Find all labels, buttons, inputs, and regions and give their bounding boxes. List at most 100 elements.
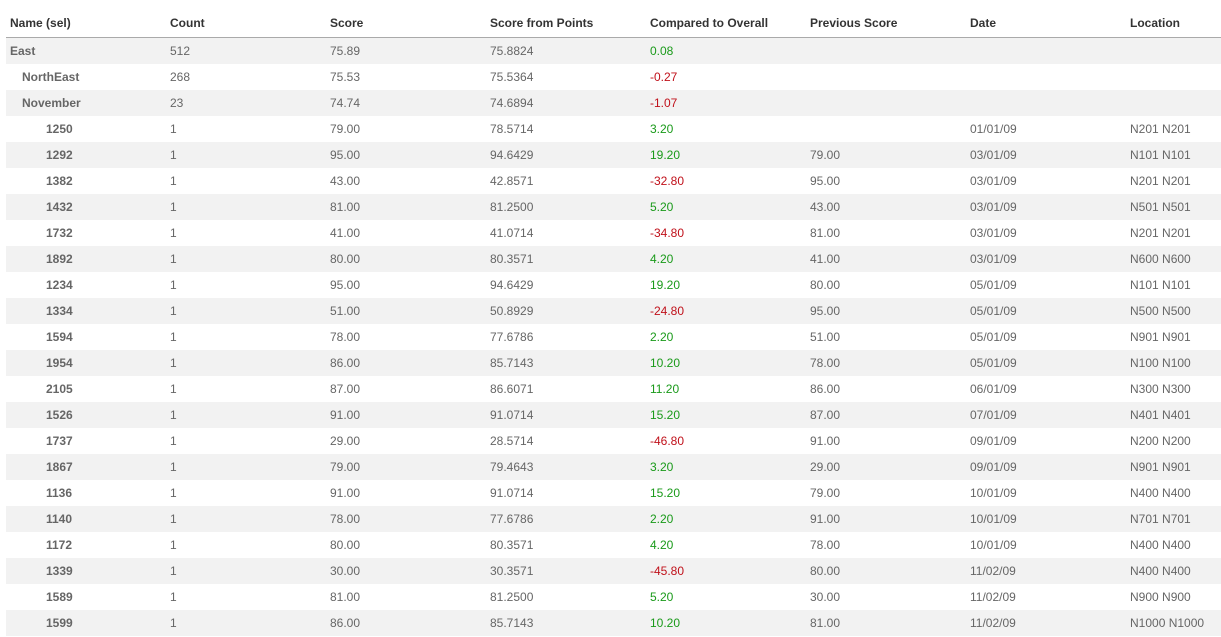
cell-count: 1 (170, 330, 177, 344)
table-row[interactable]: 1250 1 79.00 78.5714 3.20 01/01/09 N201 N201 (6, 116, 1221, 142)
cell-score: 81.00 (330, 200, 361, 214)
cell-score: 95.00 (330, 278, 361, 292)
table-row[interactable]: 1292 1 95.00 94.6429 19.20 79.00 03/01/09 N101 … (6, 142, 1221, 168)
table-row[interactable]: 1234 1 95.00 94.6429 19.20 80.00 05/01/09 N101 … (6, 272, 1221, 298)
cell-previous-score: 43.00 (810, 200, 841, 214)
table-row[interactable]: 1594 1 78.00 77.6786 2.20 51.00 05/01/09 N901 N… (6, 324, 1221, 350)
table-row[interactable]: 1136 1 91.00 91.0714 15.20 79.00 10/01/09 N400 … (6, 480, 1221, 506)
cell-compared-to-overall: 5.20 (650, 590, 674, 604)
cell-score-from-points: 41.0714 (490, 226, 534, 240)
group-row[interactable]: East 512 75.89 75.8824 0.08 (6, 38, 1221, 64)
cell-name: 1234 (46, 278, 73, 292)
cell-compared-to-overall: 2.20 (650, 330, 674, 344)
cell-location: N201 N201 (1130, 174, 1191, 188)
cell-compared-to-overall: 5.20 (650, 200, 674, 214)
cell-count: 1 (170, 512, 177, 526)
cell-name: 1339 (46, 564, 73, 578)
cell-score-from-points: 79.4643 (490, 460, 534, 474)
header-name[interactable]: Name (sel) (10, 16, 71, 30)
header-compared-to-overall[interactable]: Compared to Overall (650, 16, 768, 30)
cell-compared-to-overall: -32.80 (650, 174, 685, 188)
header-score-from-points[interactable]: Score from Points (490, 16, 593, 30)
table-row[interactable]: 2105 1 87.00 86.6071 11.20 86.00 06/01/09 N300 … (6, 376, 1221, 402)
cell-compared-to-overall: 19.20 (650, 148, 681, 162)
cell-count: 512 (170, 44, 191, 58)
table-row[interactable]: 1867 1 79.00 79.4643 3.20 29.00 09/01/09 N901 N… (6, 454, 1221, 480)
cell-name: 1432 (46, 200, 73, 214)
cell-name: 1954 (46, 356, 73, 370)
table-row[interactable]: 1589 1 81.00 81.2500 5.20 30.00 11/02/09 N900 N… (6, 584, 1221, 610)
cell-location: N701 N701 (1130, 512, 1191, 526)
cell-score-from-points: 74.6894 (490, 96, 534, 110)
cell-compared-to-overall: 2.20 (650, 512, 674, 526)
table-row[interactable]: 1892 1 80.00 80.3571 4.20 41.00 03/01/09 N600 N… (6, 246, 1221, 272)
table-row[interactable]: 1334 1 51.00 50.8929 -24.80 95.00 05/01/09 N500… (6, 298, 1221, 324)
cell-name: East (10, 44, 36, 58)
cell-count: 1 (170, 616, 177, 630)
cell-score: 29.00 (330, 434, 361, 448)
cell-previous-score: 95.00 (810, 174, 841, 188)
header-score[interactable]: Score (330, 16, 363, 30)
cell-score: 41.00 (330, 226, 361, 240)
cell-location: N1000 N1000 (1130, 616, 1205, 630)
cell-score: 91.00 (330, 486, 361, 500)
table-row[interactable]: 1954 1 86.00 85.7143 10.20 78.00 05/01/09 N100 … (6, 350, 1221, 376)
cell-location: N400 N400 (1130, 486, 1191, 500)
header-date[interactable]: Date (970, 16, 996, 30)
cell-name: 1737 (46, 434, 73, 448)
group-row[interactable]: NorthEast 268 75.53 75.5364 -0.27 (6, 64, 1221, 90)
cell-location: N900 N900 (1130, 590, 1191, 604)
cell-score-from-points: 85.7143 (490, 616, 534, 630)
cell-score-from-points: 30.3571 (490, 564, 534, 578)
cell-count: 1 (170, 252, 177, 266)
cell-count: 1 (170, 538, 177, 552)
table-row[interactable]: 1432 1 81.00 81.2500 5.20 43.00 03/01/09 N501 N… (6, 194, 1221, 220)
table-row[interactable]: 1526 1 91.00 91.0714 15.20 87.00 07/01/09 N401 … (6, 402, 1221, 428)
header-previous-score[interactable]: Previous Score (810, 16, 897, 30)
cell-previous-score: 79.00 (810, 148, 841, 162)
cell-count: 1 (170, 200, 177, 214)
table-row[interactable]: 1339 1 30.00 30.3571 -45.80 80.00 11/02/09 N400… (6, 558, 1221, 584)
cell-location: N901 N901 (1130, 330, 1191, 344)
cell-date: 06/01/09 (970, 382, 1017, 396)
cell-count: 268 (170, 70, 191, 84)
table-row[interactable]: 1382 1 43.00 42.8571 -32.80 95.00 03/01/09 N201… (6, 168, 1221, 194)
cell-score: 86.00 (330, 616, 361, 630)
cell-name: 1594 (46, 330, 73, 344)
cell-score: 30.00 (330, 564, 361, 578)
cell-location: N401 N401 (1130, 408, 1191, 422)
cell-previous-score: 79.00 (810, 486, 841, 500)
cell-score: 81.00 (330, 590, 361, 604)
cell-name: 1172 (46, 538, 73, 552)
group-row[interactable]: November 23 74.74 74.6894 -1.07 (6, 90, 1221, 116)
cell-date: 05/01/09 (970, 278, 1017, 292)
cell-score-from-points: 80.3571 (490, 252, 534, 266)
cell-score-from-points: 78.5714 (490, 122, 534, 136)
cell-name: 1250 (46, 122, 73, 136)
table-row[interactable]: 1732 1 41.00 41.0714 -34.80 81.00 03/01/09 N201… (6, 220, 1221, 246)
cell-compared-to-overall: 10.20 (650, 616, 681, 630)
cell-compared-to-overall: -46.80 (650, 434, 685, 448)
table-row[interactable]: 1737 1 29.00 28.5714 -46.80 91.00 09/01/09 N200… (6, 428, 1221, 454)
cell-previous-score: 91.00 (810, 434, 841, 448)
header-location[interactable]: Location (1130, 16, 1180, 30)
cell-date: 09/01/09 (970, 460, 1017, 474)
cell-location: N600 N600 (1130, 252, 1191, 266)
cell-date: 03/01/09 (970, 148, 1017, 162)
cell-date: 05/01/09 (970, 304, 1017, 318)
cell-count: 23 (170, 96, 184, 110)
cell-name: 1867 (46, 460, 73, 474)
cell-count: 1 (170, 148, 177, 162)
table-row[interactable]: 1140 1 78.00 77.6786 2.20 91.00 10/01/09 N701 N… (6, 506, 1221, 532)
cell-previous-score: 86.00 (810, 382, 841, 396)
cell-date: 07/01/09 (970, 408, 1017, 422)
table-row[interactable]: 1172 1 80.00 80.3571 4.20 78.00 10/01/09 N400 N… (6, 532, 1221, 558)
cell-date: 11/02/09 (970, 564, 1016, 578)
cell-score: 78.00 (330, 512, 361, 526)
table-row[interactable]: 1599 1 86.00 85.7143 10.20 81.00 11/02/09 N1000… (6, 610, 1221, 636)
cell-compared-to-overall: 3.20 (650, 122, 674, 136)
cell-date: 03/01/09 (970, 252, 1017, 266)
cell-name: 1589 (46, 590, 73, 604)
cell-count: 1 (170, 382, 177, 396)
header-count[interactable]: Count (170, 16, 205, 30)
